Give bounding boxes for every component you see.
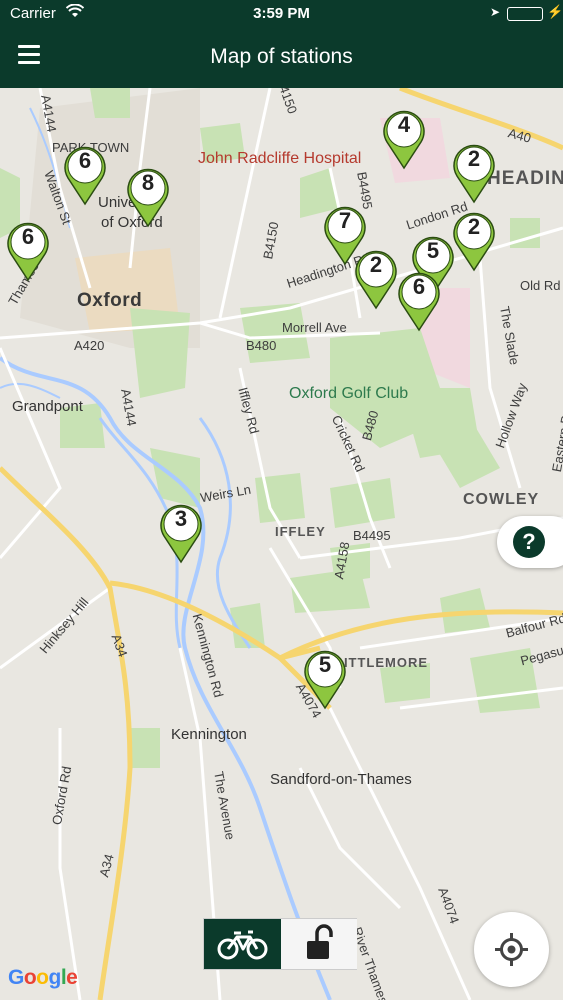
station-pin[interactable]: 8: [125, 166, 171, 228]
station-bike-count: 2: [467, 146, 481, 171]
map-label-cowley: COWLEY: [463, 491, 540, 508]
station-bike-count: 6: [78, 148, 92, 173]
map-label-old-rd: Old Rd: [520, 278, 561, 293]
status-time: 3:59 PM: [253, 5, 310, 22]
station-bike-count: 6: [21, 224, 35, 249]
map-label-sandford: Sandford-on-Thames: [270, 771, 412, 788]
location-arrow-icon: ➤: [490, 5, 501, 19]
station-bike-count: 5: [426, 238, 440, 263]
station-pin[interactable]: 6: [5, 220, 51, 282]
map-label-golf-club: Oxford Golf Club: [289, 385, 409, 402]
station-bike-count: 2: [369, 252, 383, 277]
map-label-john-radcliffe: John Radcliffe Hospital: [198, 150, 362, 167]
status-bar: Carrier 3:59 PM ➤ ⚡: [0, 0, 563, 28]
station-pin[interactable]: 6: [396, 270, 442, 332]
google-logo: Google: [8, 966, 78, 989]
station-bike-count: 3: [174, 506, 188, 531]
unlock-mode-button[interactable]: [281, 919, 357, 969]
station-pin[interactable]: 5: [302, 648, 348, 710]
station-bike-count: 2: [467, 214, 481, 239]
station-pin[interactable]: 2: [353, 248, 399, 310]
station-bike-count: 8: [141, 170, 155, 195]
station-bike-count: 7: [338, 208, 352, 233]
map-label-grandpont: Grandpont: [12, 398, 83, 415]
battery-icon: [507, 7, 543, 21]
station-pin[interactable]: 2: [451, 142, 497, 204]
station-pin[interactable]: 4: [381, 108, 427, 170]
map-label-iffley: IFFLEY: [275, 524, 326, 539]
station-pin[interactable]: 2: [451, 210, 497, 272]
page-title: Map of stations: [210, 45, 353, 68]
crosshair-icon: [495, 933, 528, 966]
map-label-headington: HEADING: [487, 168, 563, 189]
map-label-kennington: Kennington: [171, 726, 247, 743]
station-pin[interactable]: 3: [158, 502, 204, 564]
bicycle-icon: [217, 930, 268, 960]
bike-mode-button[interactable]: [204, 919, 281, 969]
unlock-icon: [307, 924, 333, 959]
map-label-morrell-ave: Morrell Ave: [282, 320, 347, 335]
mode-toggle: [203, 918, 357, 970]
help-icon: ?: [513, 526, 545, 558]
map-label-oxford: Oxford: [77, 290, 143, 311]
station-bike-count: 6: [412, 274, 426, 299]
map-label-a420: A420: [74, 338, 105, 353]
map-label-littlemore: LITTLEMORE: [335, 655, 429, 670]
help-button[interactable]: ?: [497, 516, 563, 568]
station-bike-count: 5: [318, 652, 332, 677]
charging-icon: ⚡: [547, 4, 563, 19]
nav-bar: Map of stations: [0, 28, 563, 88]
locate-me-button[interactable]: [474, 912, 549, 987]
station-bike-count: 4: [397, 112, 411, 137]
map-label-b480: B480: [246, 338, 277, 353]
map-label-b4495b: B4495: [353, 528, 391, 543]
station-map[interactable]: PARK TOWN John Radcliffe Hospital HEADIN…: [0, 88, 563, 1000]
station-pin[interactable]: 6: [62, 144, 108, 206]
